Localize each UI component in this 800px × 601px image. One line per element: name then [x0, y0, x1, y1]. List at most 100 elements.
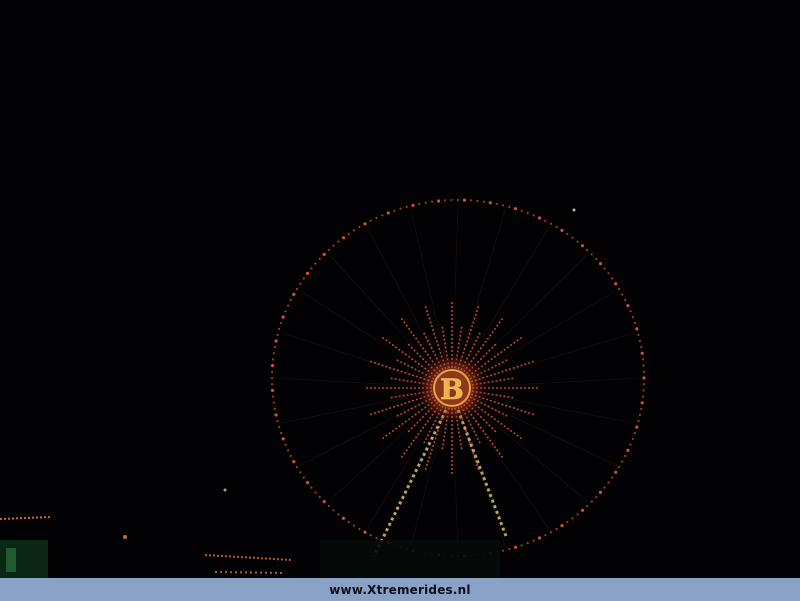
- rim-light: [299, 471, 302, 474]
- rim-light: [482, 200, 485, 203]
- rim-light: [347, 232, 350, 236]
- rim-light: [576, 240, 579, 243]
- rim-light: [641, 395, 645, 398]
- rim-light: [633, 431, 637, 435]
- rim-light: [642, 383, 646, 386]
- rim-light: [560, 524, 564, 528]
- rim-light: [450, 199, 453, 202]
- rim-light: [386, 211, 390, 215]
- rim-light: [508, 205, 511, 208]
- night-scene: B: [0, 0, 800, 578]
- rim-light: [273, 407, 276, 410]
- rim-light: [624, 298, 627, 302]
- rim-light: [555, 225, 558, 229]
- wheel-hub: B: [412, 348, 492, 428]
- rim-light: [642, 364, 645, 367]
- rim-light: [280, 431, 283, 435]
- rim-light: [526, 541, 529, 545]
- rim-light: [318, 496, 321, 499]
- rim-light: [611, 277, 614, 280]
- rim-light: [637, 333, 640, 336]
- rim-light: [271, 370, 274, 373]
- rim-light: [310, 267, 313, 270]
- rim-light: [580, 244, 585, 248]
- rim-light: [640, 401, 644, 405]
- rim-light: [274, 339, 278, 343]
- rim-light: [621, 460, 624, 463]
- rim-light: [281, 437, 285, 441]
- rim-light: [476, 199, 479, 203]
- rim-light: [642, 370, 646, 373]
- rim-light: [443, 199, 447, 202]
- rim-light: [381, 214, 384, 217]
- rim-light: [629, 443, 632, 446]
- rim-light: [641, 358, 645, 361]
- rim-light: [287, 449, 290, 452]
- rim-light: [638, 339, 642, 343]
- rim-light: [607, 481, 610, 484]
- rim-light: [278, 327, 281, 330]
- rim-light: [369, 534, 372, 537]
- rim-light: [314, 491, 317, 494]
- rim-light: [437, 199, 441, 203]
- rim-light: [281, 315, 285, 319]
- rim-light: [635, 425, 639, 429]
- rim-light: [305, 481, 310, 485]
- rim-light: [495, 202, 498, 205]
- rim-light: [595, 257, 598, 260]
- rim-light: [560, 228, 564, 232]
- rim-light: [347, 520, 350, 524]
- night-sky: [0, 0, 800, 578]
- rim-light: [520, 544, 523, 547]
- rim-light: [520, 209, 523, 212]
- rim-light: [369, 219, 372, 222]
- rim-light: [314, 262, 317, 265]
- rim-light: [635, 327, 639, 331]
- rim-light: [337, 240, 340, 243]
- rim-light: [299, 282, 302, 285]
- rim-light: [537, 216, 542, 220]
- rim-light: [526, 211, 529, 215]
- rim-light: [270, 388, 275, 392]
- rim-light: [469, 199, 473, 202]
- rim-light: [322, 500, 326, 504]
- photo-frame: B www.Xtremerides.nl: [0, 0, 800, 601]
- hub-logo: B: [440, 373, 464, 406]
- rim-light: [424, 201, 427, 204]
- rim-light: [590, 500, 593, 503]
- rim-light: [462, 198, 467, 202]
- rim-light: [603, 486, 606, 489]
- rim-light: [352, 524, 356, 527]
- rim-light: [431, 200, 434, 203]
- rim-light: [271, 395, 275, 398]
- rim-light: [595, 496, 598, 499]
- rim-light: [586, 248, 589, 252]
- rim-light: [580, 508, 585, 512]
- rim-light: [278, 426, 281, 429]
- rim-light: [532, 214, 535, 217]
- rim-light: [537, 536, 542, 540]
- rim-light: [586, 504, 589, 508]
- rim-light: [295, 465, 298, 469]
- rim-light: [598, 262, 603, 266]
- rim-light: [629, 310, 632, 313]
- rim-light: [302, 476, 305, 479]
- rim-light: [640, 407, 643, 410]
- rim-light: [375, 536, 378, 540]
- rim-light: [337, 513, 340, 516]
- rim-light: [332, 509, 335, 512]
- rim-light: [363, 530, 367, 534]
- rim-light: [508, 548, 511, 551]
- watermark-bar: www.Xtremerides.nl: [0, 578, 800, 601]
- rim-light: [607, 272, 610, 275]
- rim-light: [358, 527, 361, 531]
- rim-light: [611, 476, 614, 479]
- rim-light: [358, 225, 361, 229]
- rim-light: [363, 222, 367, 226]
- rim-light: [626, 448, 630, 452]
- rim-light: [555, 527, 558, 531]
- rim-light: [501, 549, 505, 552]
- rim-light: [640, 346, 643, 349]
- rim-light: [332, 244, 335, 247]
- rim-light: [614, 470, 618, 474]
